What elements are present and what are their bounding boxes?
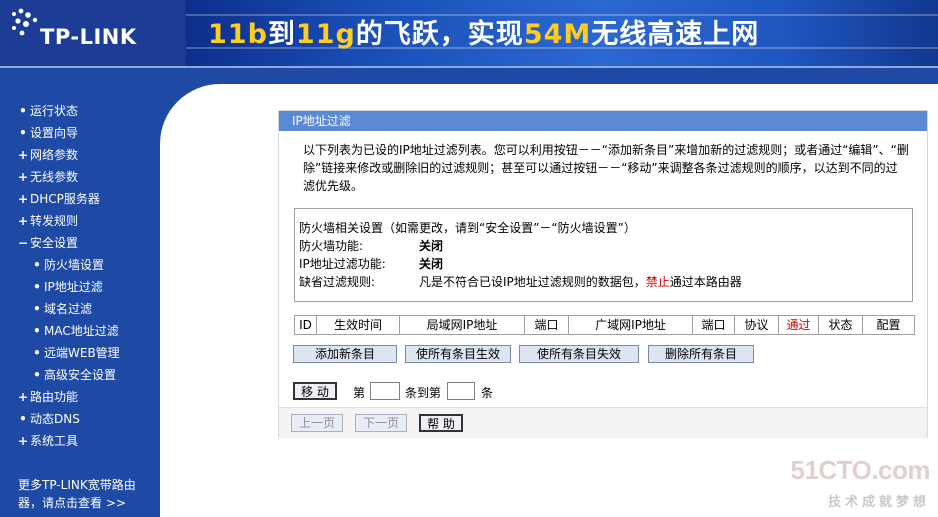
ip-filter-panel: IP地址过滤 以下列表为已设的IP地址过滤列表。您可以利用按钮－－“添加新条目”… <box>278 110 928 438</box>
help-button[interactable]: 帮 助 <box>419 414 463 432</box>
pagination-bar: 上一页 下一页 帮 助 <box>279 407 927 438</box>
watermark: 51CTO.com 技术成就梦想 <box>790 455 936 515</box>
col-wan-ip: 广域网IP地址 <box>569 316 693 334</box>
sidebar-item-domain-filter[interactable]: • 域名过滤 <box>0 300 192 317</box>
firewall-settings-box: 防火墙相关设置（如需更改，请到“安全设置”－“防火墙设置”） 防火墙功能: 关闭… <box>294 208 913 302</box>
sidebar-footer-line2: 器，请点击查看 >> <box>18 496 126 510</box>
sidebar-item-status[interactable]: • 运行状态 <box>0 102 178 119</box>
move-to-input[interactable] <box>447 382 475 400</box>
logo-dots-icon <box>12 8 38 36</box>
sidebar-item-security[interactable]: − 安全设置 <box>0 234 178 251</box>
col-lan-port: 端口 <box>525 316 569 334</box>
col-pass: 通过 <box>779 316 819 334</box>
sidebar-item-network[interactable]: + 网络参数 <box>0 146 178 163</box>
col-config: 配置 <box>876 318 901 332</box>
sidebar-item-mac-filter[interactable]: • MAC地址过滤 <box>0 322 192 339</box>
watermark-slogan: 技术成就梦想 <box>827 495 930 510</box>
sidebar-footer-line1: 更多TP-LINK宽带路由 <box>18 478 136 492</box>
sidebar-item-forwarding[interactable]: + 转发规则 <box>0 212 178 229</box>
firewall-value: 关闭 <box>419 239 444 253</box>
banner-text: 11b到11g的飞跃，实现54M无线高速上网 <box>208 19 760 50</box>
sidebar-item-remote-web[interactable]: • 远端WEB管理 <box>0 344 192 361</box>
col-effective-time: 生效时间 <box>317 316 400 334</box>
sidebar-item-wireless[interactable]: + 无线参数 <box>0 168 178 185</box>
move-button[interactable]: 移 动 <box>293 382 337 400</box>
default-rule-label: 缺省过滤规则: <box>299 275 376 289</box>
firewall-heading: 防火墙相关设置（如需更改，请到“安全设置”－“防火墙设置”） <box>299 221 636 235</box>
sidebar-item-wizard[interactable]: • 设置向导 <box>0 124 178 141</box>
sidebar-item-firewall[interactable]: • 防火墙设置 <box>0 256 192 273</box>
filter-table-header: ID 生效时间 局域网IP地址 端口 广域网IP地址 端口 协议 通过 状态 配… <box>294 315 915 335</box>
col-wan-port: 端口 <box>693 316 735 334</box>
sidebar-curve <box>160 84 300 224</box>
sidebar-item-ddns[interactable]: • 动态DNS <box>0 410 178 427</box>
sidebar-item-routing[interactable]: + 路由功能 <box>0 388 178 405</box>
intro-text: 以下列表为已设的IP地址过滤列表。您可以利用按钮－－“添加新条目”来增加新的过滤… <box>303 143 909 193</box>
firewall-label: 防火墙功能: <box>299 239 364 253</box>
ip-filter-value: 关闭 <box>419 257 444 271</box>
sidebar-item-ip-filter[interactable]: • IP地址过滤 <box>0 278 192 295</box>
panel-title: IP地址过滤 <box>279 111 927 131</box>
prev-page-button[interactable]: 上一页 <box>291 414 343 432</box>
enable-all-button[interactable]: 使所有条目生效 <box>405 345 511 363</box>
col-lan-ip: 局域网IP地址 <box>400 316 525 334</box>
top-band <box>0 68 938 84</box>
move-from-input[interactable] <box>370 382 400 400</box>
add-entry-button[interactable]: 添加新条目 <box>293 345 397 363</box>
next-page-button[interactable]: 下一页 <box>355 414 407 432</box>
logo-text: TP-LINK <box>40 25 137 49</box>
disable-all-button[interactable]: 使所有条目失效 <box>519 345 639 363</box>
sidebar-item-dhcp[interactable]: + DHCP服务器 <box>0 190 178 207</box>
col-status: 状态 <box>819 316 863 334</box>
col-protocol: 协议 <box>735 316 779 334</box>
move-label-mid: 条到第 <box>405 386 442 400</box>
tp-link-logo: TP-LINK <box>0 0 184 66</box>
col-id: ID <box>295 316 317 334</box>
delete-all-button[interactable]: 删除所有条目 <box>648 345 754 363</box>
move-label-pre: 第 <box>353 386 366 400</box>
sidebar-more-link[interactable]: 更多TP-LINK宽带路由 器，请点击查看 >> <box>18 476 158 512</box>
ip-filter-label: IP地址过滤功能: <box>299 257 386 271</box>
sidebar-item-system-tools[interactable]: + 系统工具 <box>0 432 178 449</box>
header: TP-LINK 11b到11g的飞跃，实现54M无线高速上网 <box>0 0 938 66</box>
banner: 11b到11g的飞跃，实现54M无线高速上网 <box>186 0 938 66</box>
sidebar-item-advanced-security[interactable]: • 高级安全设置 <box>0 366 192 383</box>
move-label-post: 条 <box>481 386 494 400</box>
default-rule-value: 凡是不符合已设IP地址过滤规则的数据包，禁止通过本路由器 <box>419 275 742 289</box>
watermark-logo: 51CTO.com <box>790 455 930 485</box>
